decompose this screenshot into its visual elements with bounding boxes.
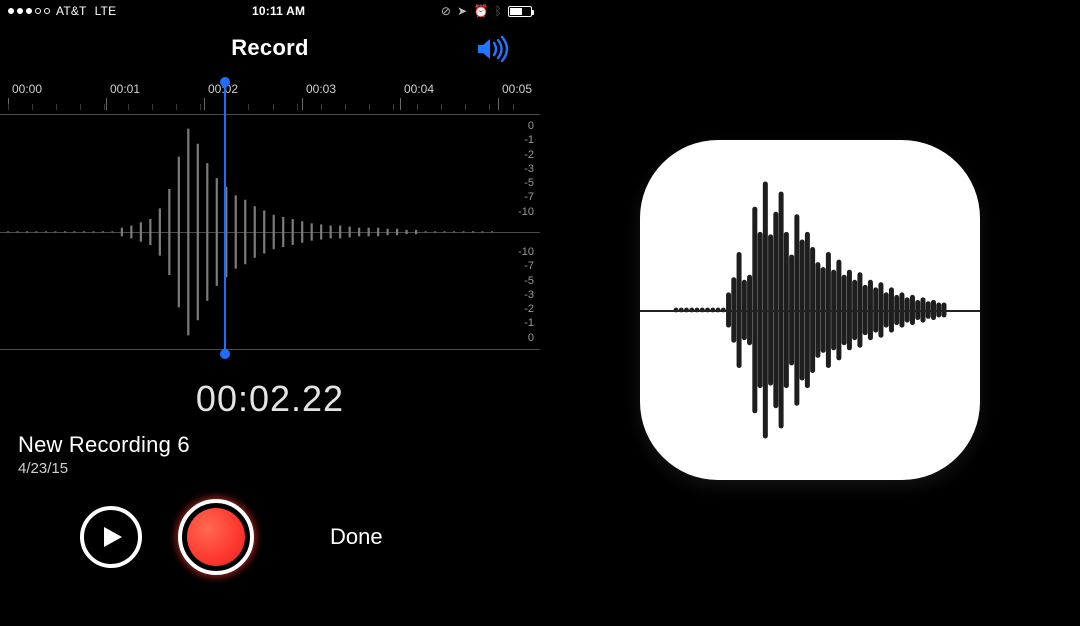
voice-memos-app-icon xyxy=(640,140,980,480)
status-time: 10:11 AM xyxy=(116,4,441,18)
play-icon xyxy=(102,525,124,549)
rotation-lock-icon: ⊘ xyxy=(441,4,451,18)
record-button[interactable] xyxy=(178,499,254,575)
ruler-label: 00:03 xyxy=(306,82,336,96)
record-icon xyxy=(187,508,245,566)
db-scale-top: 0-1-2 -3-5-7 -10 xyxy=(518,119,534,219)
network-label: LTE xyxy=(95,4,117,18)
status-bar: AT&T LTE 10:11 AM ⊘ ➤ ⏰ ᛒ xyxy=(0,0,540,20)
recording-date: 4/23/15 xyxy=(18,460,540,477)
battery-icon xyxy=(508,6,532,17)
waveform-panel[interactable]: 0-1-2 -3-5-7 -10 0-1-2 -3-5-7 -10 xyxy=(0,114,540,350)
time-ruler[interactable]: 00:00 00:01 00:02 00:03 00:04 00:05 xyxy=(0,82,540,114)
carrier-label: AT&T xyxy=(56,4,87,18)
speaker-button[interactable] xyxy=(476,34,510,64)
ruler-label: 00:00 xyxy=(12,82,42,96)
location-icon: ➤ xyxy=(457,4,467,18)
elapsed-time: 00:02.22 xyxy=(0,378,540,420)
ruler-label: 00:05 xyxy=(502,82,532,96)
page-title: Record xyxy=(231,35,309,61)
play-button[interactable] xyxy=(80,506,142,568)
signal-strength xyxy=(8,8,50,14)
alarm-icon: ⏰ xyxy=(473,4,488,18)
recording-name[interactable]: New Recording 6 xyxy=(18,432,540,458)
bluetooth-icon: ᛒ xyxy=(495,4,502,18)
done-button[interactable]: Done xyxy=(330,524,383,550)
ruler-label: 00:04 xyxy=(404,82,434,96)
speaker-icon xyxy=(476,35,510,63)
ruler-label: 00:01 xyxy=(110,82,140,96)
playhead[interactable] xyxy=(224,83,226,353)
db-scale-bottom: 0-1-2 -3-5-7 -10 xyxy=(518,245,534,345)
